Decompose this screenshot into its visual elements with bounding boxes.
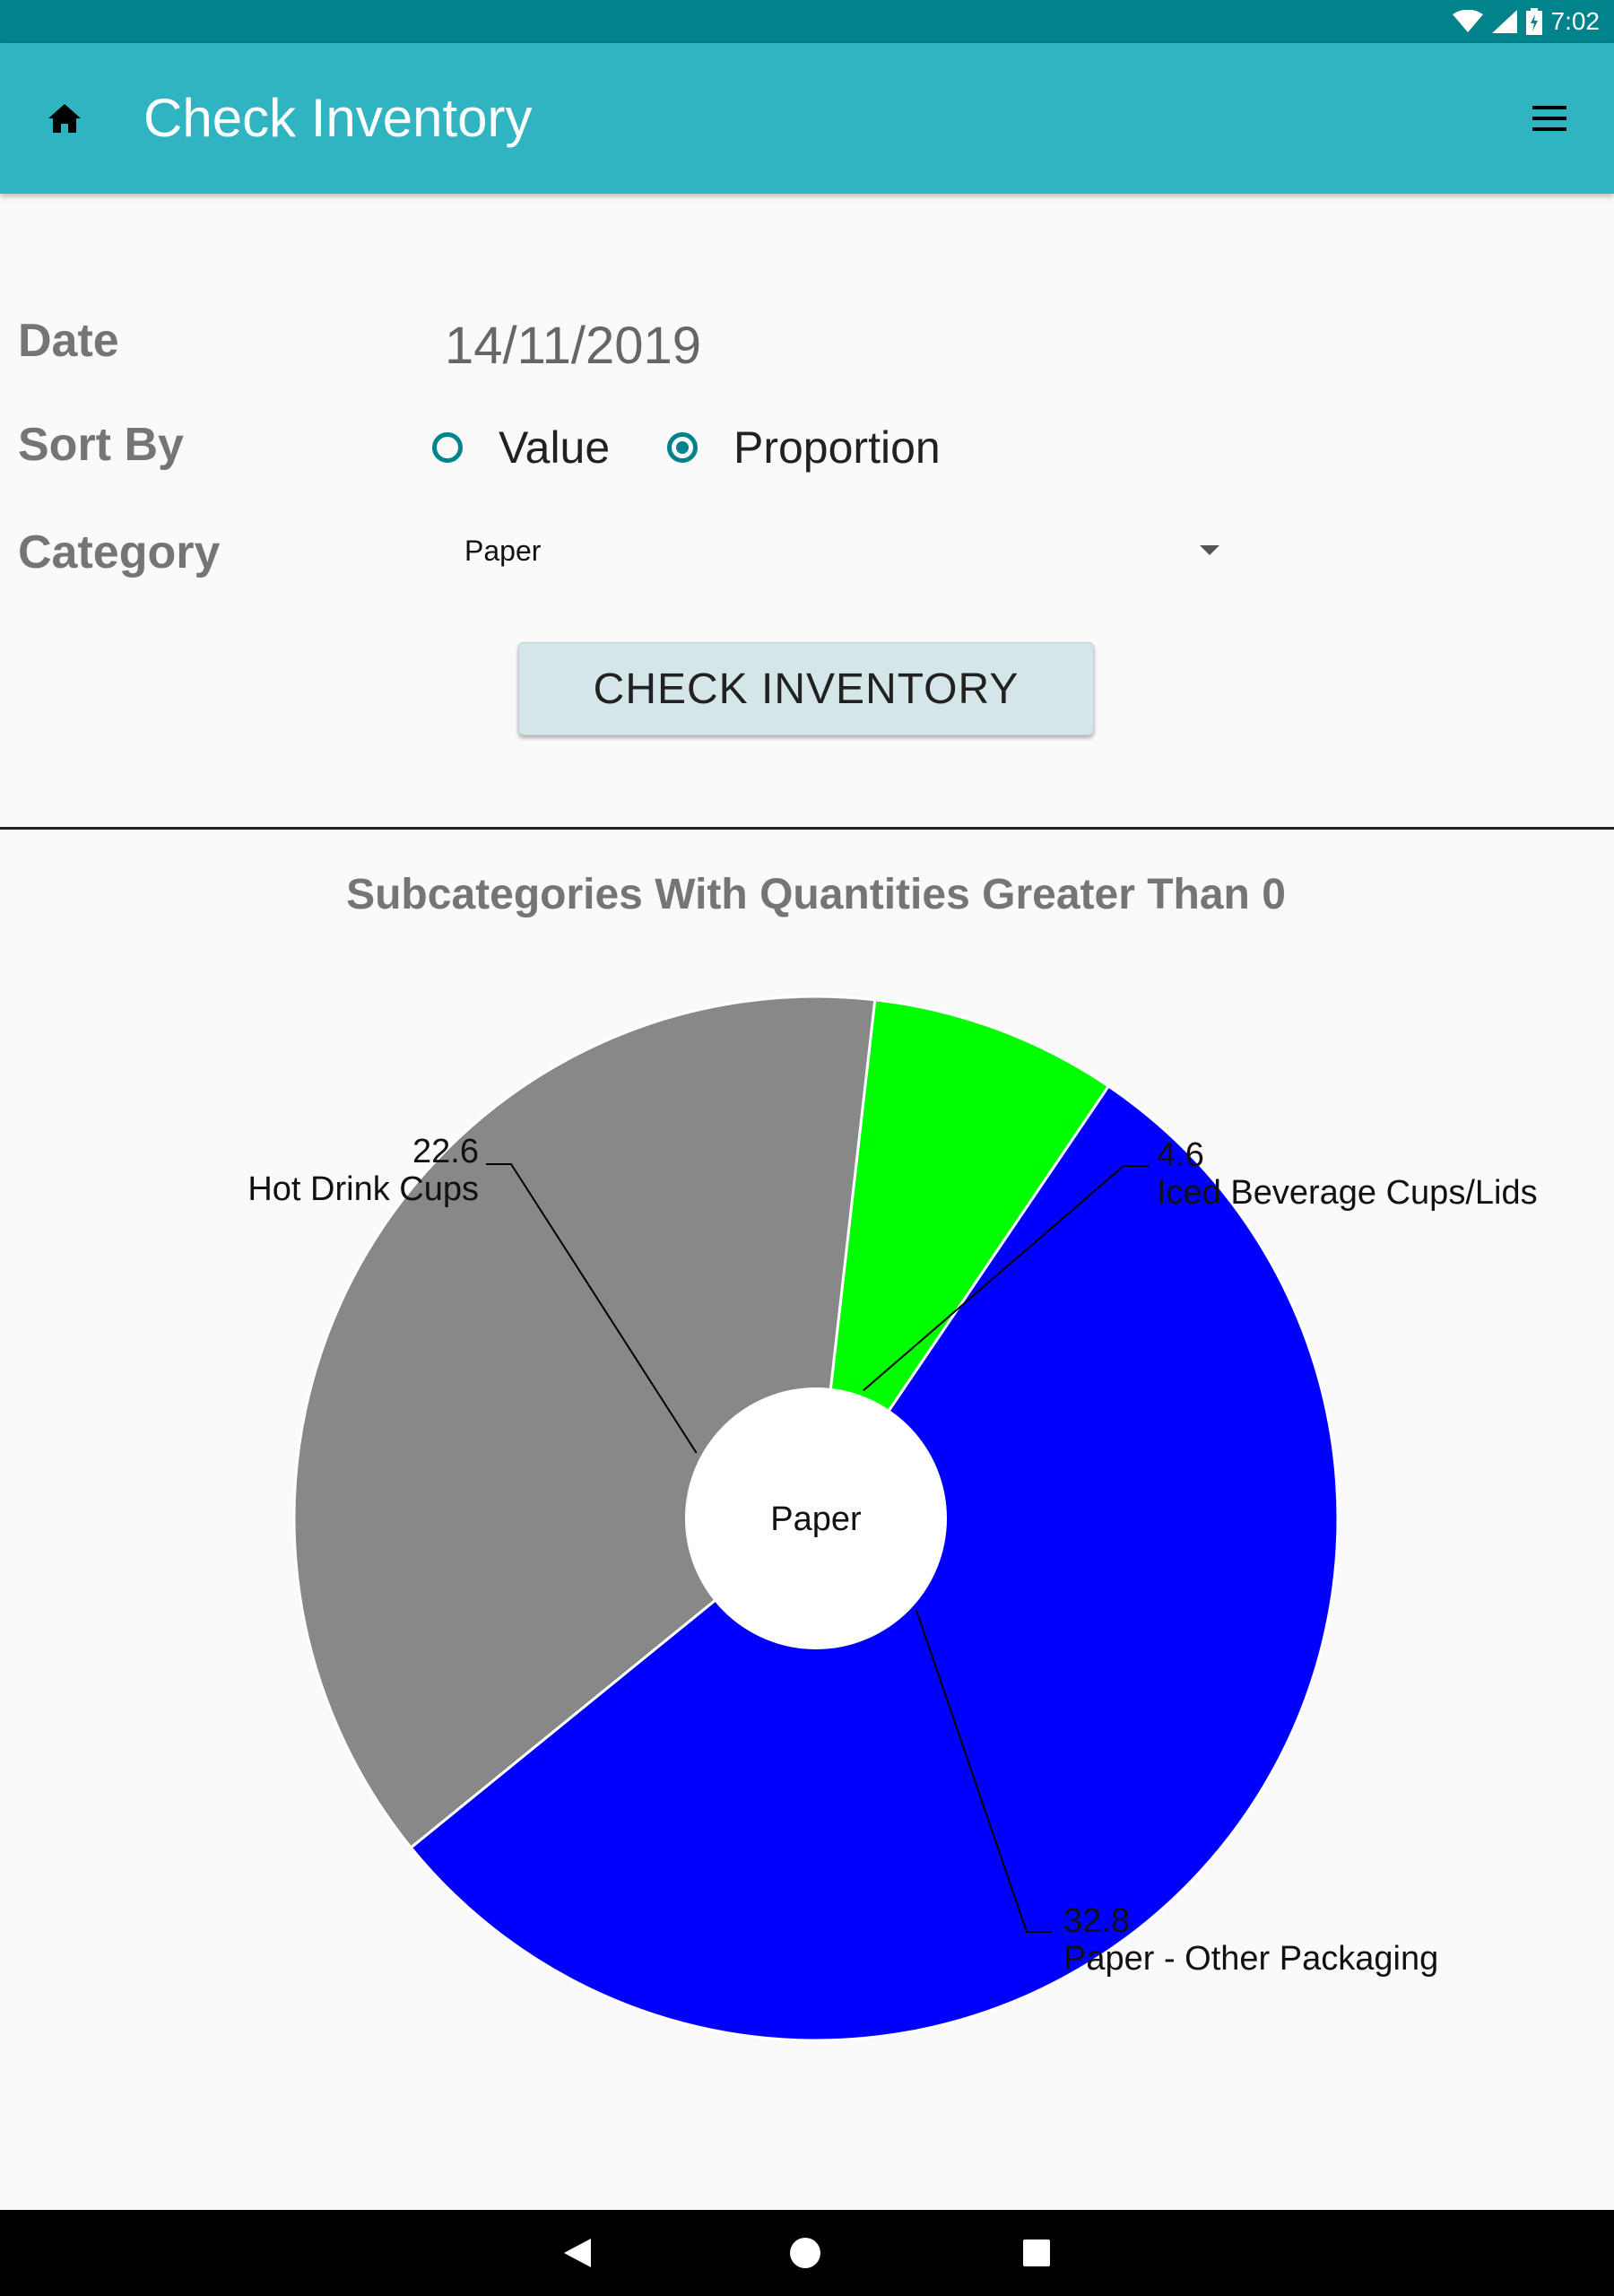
wifi-icon xyxy=(1452,10,1483,32)
battery-icon xyxy=(1525,8,1542,35)
radio-proportion-label: Proportion xyxy=(733,422,941,473)
status-time: 7:02 xyxy=(1550,7,1601,35)
home-button[interactable] xyxy=(39,93,90,144)
pie-center-label: Paper xyxy=(770,1500,862,1538)
pie-value-label: 22.6 xyxy=(412,1133,479,1170)
status-bar: 7:02 xyxy=(0,0,1614,43)
radio-proportion[interactable]: Proportion xyxy=(667,422,941,474)
home-nav-button[interactable] xyxy=(780,2228,830,2278)
chart-title: Subcategories With Quantities Greater Th… xyxy=(346,871,1286,918)
home-icon xyxy=(48,104,81,133)
divider xyxy=(0,827,1614,830)
back-icon xyxy=(564,2239,591,2267)
menu-button[interactable] xyxy=(1524,93,1575,144)
radio-value[interactable]: Value xyxy=(432,422,610,474)
category-selected-value: Paper xyxy=(464,535,542,567)
app-bar: Check Inventory xyxy=(0,43,1614,194)
date-field[interactable]: 14/11/2019 xyxy=(445,316,701,376)
category-label: Category xyxy=(18,526,221,578)
pie-value-label: 4.6 xyxy=(1157,1136,1204,1174)
recents-button[interactable] xyxy=(1011,2228,1062,2278)
pie-category-label: Hot Drink Cups xyxy=(247,1170,479,1208)
pie-category-label: Iced Beverage Cups/Lids xyxy=(1157,1174,1538,1212)
sort-by-label: Sort By xyxy=(18,419,184,471)
radio-value-label: Value xyxy=(499,422,611,473)
recents-icon xyxy=(1023,2239,1050,2266)
dropdown-arrow-icon xyxy=(1200,545,1219,555)
nav-bar xyxy=(0,2210,1614,2296)
screen: 7:02 Check Inventory Date 14/11/2019 Sor… xyxy=(0,0,1614,2296)
radio-value-circle[interactable] xyxy=(432,432,463,463)
status-icons: 7:02 xyxy=(1452,0,1601,43)
app-title: Check Inventory xyxy=(143,88,533,148)
date-label: Date xyxy=(18,315,119,367)
hamburger-menu-icon xyxy=(1532,106,1566,131)
back-button[interactable] xyxy=(552,2228,603,2278)
pie-category-label: Paper - Other Packaging xyxy=(1063,1940,1438,1978)
home-circle-icon xyxy=(790,2238,820,2268)
cell-signal-icon xyxy=(1491,10,1517,33)
pie-chart: Paper 22.6Hot Drink Cups 4.6Iced Beverage … xyxy=(247,995,1538,2042)
pie-value-label: 32.8 xyxy=(1063,1902,1130,1940)
radio-proportion-circle[interactable] xyxy=(667,432,698,463)
category-dropdown[interactable]: Paper xyxy=(452,529,1241,579)
check-inventory-button[interactable]: CHECK INVENTORY xyxy=(518,642,1094,735)
